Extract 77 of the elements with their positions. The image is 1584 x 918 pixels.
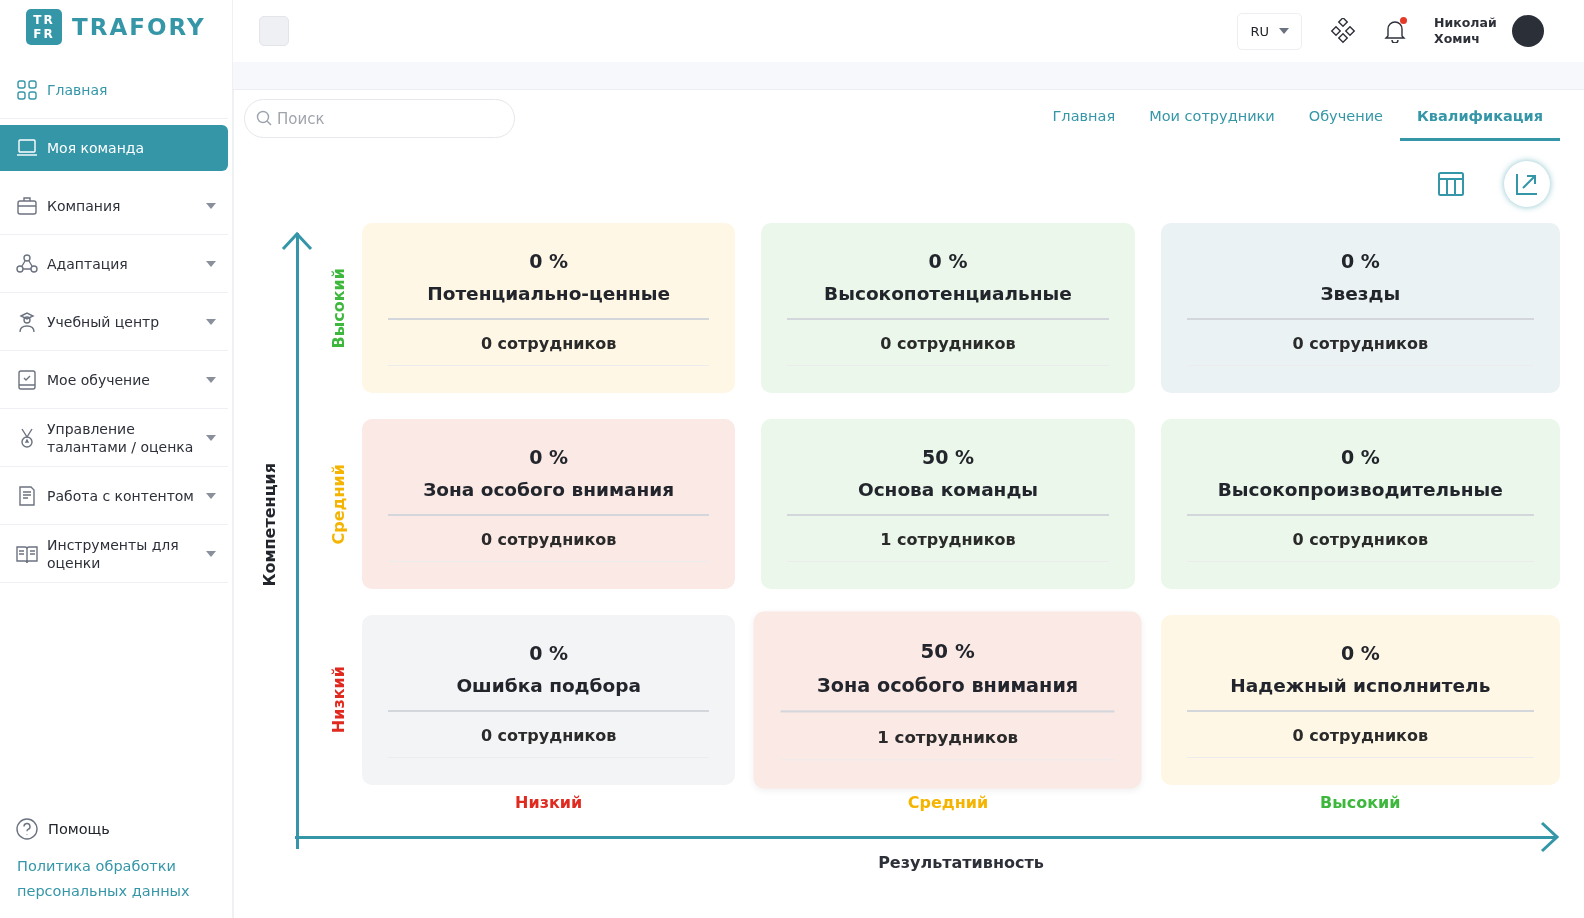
- employee-count: 1 сотрудников: [876, 727, 1020, 747]
- quadrant-title: Звезды: [1319, 282, 1402, 306]
- employee-count: 0 сотрудников: [1291, 530, 1430, 549]
- axis-label: Средний: [328, 463, 348, 545]
- document-icon: [16, 484, 38, 507]
- employee-count: 1 сотрудников: [879, 530, 1017, 549]
- grid-icon: [16, 78, 38, 101]
- axis-label: Высокий: [328, 267, 348, 349]
- quadrant-title: Потенциально-ценные: [426, 282, 672, 306]
- quadrant-title: Зона особого внимания: [422, 478, 676, 502]
- book-check-icon: [16, 368, 38, 391]
- quadrant-title: Ошибка подбора: [455, 674, 642, 698]
- laptop-icon: [16, 137, 38, 159]
- percent-value: 0 %: [528, 249, 570, 273]
- employee-count: 0 сотрудников: [1291, 726, 1430, 745]
- quadrant-card[interactable]: 0 % Потенциально-ценные 0 сотрудников: [362, 223, 736, 393]
- briefcase-icon: [16, 194, 38, 217]
- table-icon: [1437, 170, 1465, 198]
- help-link[interactable]: Помощь: [0, 818, 232, 840]
- employee-count: 0 сотрудников: [879, 334, 1017, 353]
- search-field[interactable]: Поиск: [244, 99, 515, 138]
- apps-icon[interactable]: [1330, 18, 1356, 44]
- chart-view-button[interactable]: [1504, 161, 1550, 207]
- notifications-button[interactable]: [1384, 19, 1406, 43]
- percent-value: 0 %: [927, 249, 969, 273]
- tab[interactable]: Мои сотрудники: [1132, 96, 1292, 141]
- axis-label: Низкий: [328, 666, 348, 734]
- circles-icon: [16, 252, 38, 275]
- percent-value: 0 %: [528, 445, 570, 469]
- logo-text: TRAFORY: [72, 14, 206, 40]
- quadrant-title: Высокопотенциальные: [823, 282, 1073, 306]
- graduate-icon: [16, 310, 38, 333]
- axis-label: Высокий: [1320, 792, 1401, 812]
- sidebar-item[interactable]: Управление талантами / оценка: [0, 409, 228, 467]
- quadrant-card[interactable]: 0 % Зона особого внимания 0 сотрудников: [362, 419, 736, 589]
- percent-value: 50 %: [919, 638, 977, 664]
- sidebar-item[interactable]: Работа с контентом: [0, 467, 228, 525]
- quadrant-title: Зона особого внимания: [816, 673, 1080, 698]
- quadrant-card[interactable]: 0 % Ошибка подбора 0 сотрудников: [362, 615, 736, 785]
- axis-title: Результативность: [878, 853, 1044, 872]
- search-icon: [256, 110, 272, 126]
- avatar[interactable]: [1512, 15, 1544, 47]
- quadrant-card[interactable]: 50 % Основа команды 1 сотрудников: [761, 419, 1135, 589]
- logo-mark: TR FR: [26, 9, 62, 45]
- quadrant-title: Основа команды: [856, 478, 1040, 502]
- tab[interactable]: Обучение: [1291, 96, 1400, 141]
- percent-value: 50 %: [920, 445, 976, 469]
- quadrant-card[interactable]: 0 % Надежный исполнитель 0 сотрудников: [1160, 615, 1560, 785]
- sidebar-item[interactable]: Учебный центр: [0, 293, 228, 351]
- sidebar-toggle[interactable]: [259, 16, 289, 46]
- quadrant-card[interactable]: 0 % Высокопроизводительные 0 сотрудников: [1160, 419, 1560, 589]
- quadrant-title: Высокопроизводительные: [1216, 478, 1504, 502]
- question-icon: [16, 818, 38, 840]
- sidebar-item[interactable]: Компания: [0, 177, 228, 235]
- percent-value: 0 %: [528, 641, 570, 665]
- user-name[interactable]: Николай Хомич: [1434, 15, 1496, 47]
- axis-label: Низкий: [515, 792, 583, 812]
- quadrant-card[interactable]: 50 % Зона особого внимания 1 сотрудников: [753, 611, 1143, 789]
- axis-title: Компетенция: [259, 463, 279, 587]
- percent-value: 0 %: [1339, 445, 1381, 469]
- bell-icon: [1384, 19, 1406, 43]
- policy-link[interactable]: Политика обработки персональных данных: [0, 854, 232, 904]
- axis-label: Средний: [907, 792, 989, 812]
- sidebar-item[interactable]: Инструменты для оценки: [0, 525, 228, 583]
- quadrant-card[interactable]: 0 % Высокопотенциальные 0 сотрудников: [761, 223, 1135, 393]
- employee-count: 0 сотрудников: [479, 334, 618, 353]
- employee-count: 0 сотрудников: [479, 530, 618, 549]
- sidebar-item[interactable]: Мое обучение: [0, 351, 228, 409]
- percent-value: 0 %: [1339, 641, 1381, 665]
- quadrant-title: Надежный исполнитель: [1229, 674, 1492, 698]
- caret-icon: [1279, 28, 1289, 34]
- employee-count: 0 сотрудников: [1291, 334, 1430, 353]
- employee-count: 0 сотрудников: [479, 726, 618, 745]
- percent-value: 0 %: [1339, 249, 1381, 273]
- language-dropdown[interactable]: RU: [1237, 12, 1302, 50]
- quadrant-card[interactable]: 0 % Звезды 0 сотрудников: [1160, 223, 1560, 393]
- sidebar-item[interactable]: Адаптация: [0, 235, 228, 293]
